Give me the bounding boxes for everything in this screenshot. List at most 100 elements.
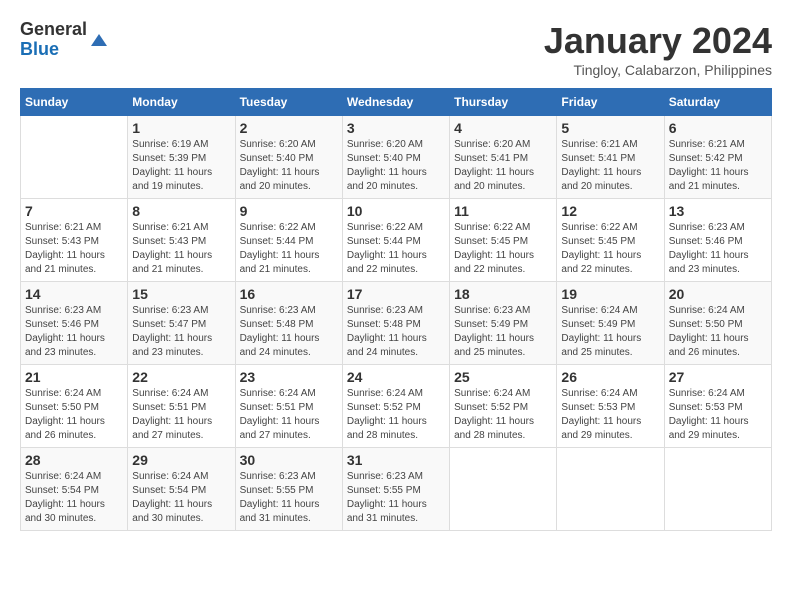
calendar-cell: 21 Sunrise: 6:24 AMSunset: 5:50 PMDayligh… xyxy=(21,365,128,448)
day-header-sunday: Sunday xyxy=(21,89,128,116)
day-detail: Sunrise: 6:21 AMSunset: 5:43 PMDaylight:… xyxy=(132,221,230,277)
day-detail: Sunrise: 6:23 AMSunset: 5:55 PMDaylight:… xyxy=(240,470,338,526)
calendar-cell: 23Sunrise: 6:24 AMSunset: 5:51 PMDayligh… xyxy=(235,365,342,448)
day-detail: Sunrise: 6:24 AMSunset: 5:50 PMDaylight:… xyxy=(25,387,123,443)
day-number: 27 xyxy=(669,369,767,385)
calendar-cell: 2 Sunrise: 6:20 AMSunset: 5:40 PMDaylight… xyxy=(235,116,342,199)
calendar-cell: 4 Sunrise: 6:20 AMSunset: 5:41 PMDaylight… xyxy=(450,116,557,199)
day-detail: Sunrise: 6:21 AMSunset: 5:43 PMDaylight:… xyxy=(25,221,123,277)
day-number: 8 xyxy=(132,203,230,219)
day-detail: Sunrise: 6:19 AMSunset: 5:39 PMDaylight:… xyxy=(132,138,230,194)
day-number: 10 xyxy=(347,203,445,219)
day-detail: Sunrise: 6:21 AMSunset: 5:42 PMDaylight:… xyxy=(669,138,767,194)
calendar-cell: 29 Sunrise: 6:24 AMSunset: 5:54 PMDayligh… xyxy=(128,448,235,531)
logo: General Blue xyxy=(20,20,109,60)
day-number: 2 xyxy=(240,120,338,136)
day-number: 23 xyxy=(240,369,338,385)
calendar-cell: 14 Sunrise: 6:23 AMSunset: 5:46 PMDayligh… xyxy=(21,282,128,365)
day-number: 31 xyxy=(347,452,445,468)
day-detail: Sunrise: 6:23 AMSunset: 5:47 PMDaylight:… xyxy=(132,304,230,360)
calendar-cell: 9Sunrise: 6:22 AMSunset: 5:44 PMDaylight… xyxy=(235,199,342,282)
day-number: 13 xyxy=(669,203,767,219)
day-detail: Sunrise: 6:24 AMSunset: 5:51 PMDaylight:… xyxy=(132,387,230,443)
day-number: 30 xyxy=(240,452,338,468)
day-number: 19 xyxy=(561,286,659,302)
day-number: 20 xyxy=(669,286,767,302)
calendar-cell: 8 Sunrise: 6:21 AMSunset: 5:43 PMDaylight… xyxy=(128,199,235,282)
day-number: 16 xyxy=(240,286,338,302)
day-detail: Sunrise: 6:23 AMSunset: 5:49 PMDaylight:… xyxy=(454,304,552,360)
calendar-cell: 19 Sunrise: 6:24 AMSunset: 5:49 PMDayligh… xyxy=(557,282,664,365)
day-number: 25 xyxy=(454,369,552,385)
day-detail: Sunrise: 6:24 AMSunset: 5:53 PMDaylight:… xyxy=(669,387,767,443)
day-number: 6 xyxy=(669,120,767,136)
day-header-monday: Monday xyxy=(128,89,235,116)
calendar-week-row: 21 Sunrise: 6:24 AMSunset: 5:50 PMDayligh… xyxy=(21,365,772,448)
calendar-cell: 12 Sunrise: 6:22 AMSunset: 5:45 PMDayligh… xyxy=(557,199,664,282)
calendar-cell: 28Sunrise: 6:24 AMSunset: 5:54 PMDayligh… xyxy=(21,448,128,531)
day-detail: Sunrise: 6:24 AMSunset: 5:53 PMDaylight:… xyxy=(561,387,659,443)
day-detail: Sunrise: 6:23 AMSunset: 5:46 PMDaylight:… xyxy=(669,221,767,277)
day-detail: Sunrise: 6:22 AMSunset: 5:45 PMDaylight:… xyxy=(561,221,659,277)
calendar-cell: 26 Sunrise: 6:24 AMSunset: 5:53 PMDayligh… xyxy=(557,365,664,448)
day-header-saturday: Saturday xyxy=(664,89,771,116)
logo-icon xyxy=(89,30,109,50)
calendar-cell: 11 Sunrise: 6:22 AMSunset: 5:45 PMDayligh… xyxy=(450,199,557,282)
day-number: 22 xyxy=(132,369,230,385)
calendar-cell: 31Sunrise: 6:23 AMSunset: 5:55 PMDayligh… xyxy=(342,448,449,531)
day-number: 18 xyxy=(454,286,552,302)
day-number: 12 xyxy=(561,203,659,219)
day-detail: Sunrise: 6:20 AMSunset: 5:41 PMDaylight:… xyxy=(454,138,552,194)
day-detail: Sunrise: 6:22 AMSunset: 5:44 PMDaylight:… xyxy=(347,221,445,277)
calendar-cell: 27 Sunrise: 6:24 AMSunset: 5:53 PMDayligh… xyxy=(664,365,771,448)
day-number: 1 xyxy=(132,120,230,136)
day-number: 11 xyxy=(454,203,552,219)
day-number: 15 xyxy=(132,286,230,302)
day-detail: Sunrise: 6:24 AMSunset: 5:52 PMDaylight:… xyxy=(347,387,445,443)
day-detail: Sunrise: 6:23 AMSunset: 5:46 PMDaylight:… xyxy=(25,304,123,360)
day-detail: Sunrise: 6:24 AMSunset: 5:52 PMDaylight:… xyxy=(454,387,552,443)
day-detail: Sunrise: 6:23 AMSunset: 5:48 PMDaylight:… xyxy=(240,304,338,360)
calendar-cell: 30 Sunrise: 6:23 AMSunset: 5:55 PMDayligh… xyxy=(235,448,342,531)
calendar-cell: 6 Sunrise: 6:21 AMSunset: 5:42 PMDaylight… xyxy=(664,116,771,199)
calendar-table: SundayMondayTuesdayWednesdayThursdayFrid… xyxy=(20,88,772,531)
day-number: 5 xyxy=(561,120,659,136)
calendar-cell: 18 Sunrise: 6:23 AMSunset: 5:49 PMDayligh… xyxy=(450,282,557,365)
day-number: 9 xyxy=(240,203,338,219)
logo-general-text: General xyxy=(20,20,87,40)
day-detail: Sunrise: 6:20 AMSunset: 5:40 PMDaylight:… xyxy=(347,138,445,194)
day-number: 17 xyxy=(347,286,445,302)
location-subtitle: Tingloy, Calabarzon, Philippines xyxy=(544,62,772,78)
day-detail: Sunrise: 6:21 AMSunset: 5:41 PMDaylight:… xyxy=(561,138,659,194)
day-detail: Sunrise: 6:24 AMSunset: 5:49 PMDaylight:… xyxy=(561,304,659,360)
calendar-cell xyxy=(21,116,128,199)
calendar-header: SundayMondayTuesdayWednesdayThursdayFrid… xyxy=(21,89,772,116)
day-detail: Sunrise: 6:24 AMSunset: 5:54 PMDaylight:… xyxy=(132,470,230,526)
calendar-cell: 10 Sunrise: 6:22 AMSunset: 5:44 PMDayligh… xyxy=(342,199,449,282)
calendar-cell: 13 Sunrise: 6:23 AMSunset: 5:46 PMDayligh… xyxy=(664,199,771,282)
day-number: 14 xyxy=(25,286,123,302)
calendar-cell: 17Sunrise: 6:23 AMSunset: 5:48 PMDayligh… xyxy=(342,282,449,365)
day-header-tuesday: Tuesday xyxy=(235,89,342,116)
day-detail: Sunrise: 6:22 AMSunset: 5:45 PMDaylight:… xyxy=(454,221,552,277)
day-detail: Sunrise: 6:20 AMSunset: 5:40 PMDaylight:… xyxy=(240,138,338,194)
calendar-cell: 15 Sunrise: 6:23 AMSunset: 5:47 PMDayligh… xyxy=(128,282,235,365)
calendar-cell: 25 Sunrise: 6:24 AMSunset: 5:52 PMDayligh… xyxy=(450,365,557,448)
calendar-cell xyxy=(557,448,664,531)
day-number: 29 xyxy=(132,452,230,468)
day-number: 24 xyxy=(347,369,445,385)
calendar-week-row: 28Sunrise: 6:24 AMSunset: 5:54 PMDayligh… xyxy=(21,448,772,531)
day-detail: Sunrise: 6:24 AMSunset: 5:54 PMDaylight:… xyxy=(25,470,123,526)
page-header: General Blue January 2024 Tingloy, Calab… xyxy=(20,20,772,78)
calendar-cell xyxy=(664,448,771,531)
day-header-thursday: Thursday xyxy=(450,89,557,116)
month-title: January 2024 xyxy=(544,20,772,62)
day-number: 21 xyxy=(25,369,123,385)
day-number: 7 xyxy=(25,203,123,219)
calendar-week-row: 14 Sunrise: 6:23 AMSunset: 5:46 PMDayligh… xyxy=(21,282,772,365)
calendar-week-row: 1 Sunrise: 6:19 AMSunset: 5:39 PMDaylight… xyxy=(21,116,772,199)
days-of-week-row: SundayMondayTuesdayWednesdayThursdayFrid… xyxy=(21,89,772,116)
day-number: 4 xyxy=(454,120,552,136)
calendar-cell: 3Sunrise: 6:20 AMSunset: 5:40 PMDaylight… xyxy=(342,116,449,199)
day-number: 26 xyxy=(561,369,659,385)
